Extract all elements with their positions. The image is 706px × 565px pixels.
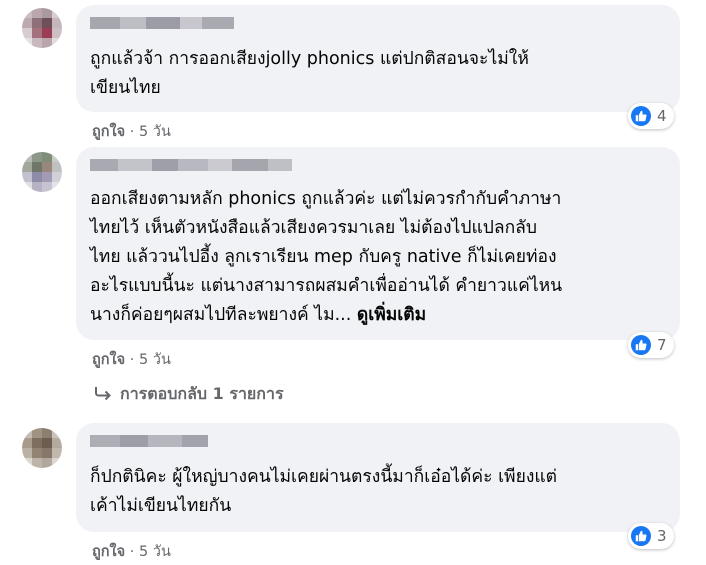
- comment-line: อะไรแบบนี้นะ แต่นางสามารถผสมคำเพื่ออ่านไ…: [90, 276, 563, 296]
- replies-label: การตอบกลับ 1 รายการ: [120, 384, 284, 403]
- avatar[interactable]: [22, 152, 62, 192]
- comment-actions: ถูกใจ · 5 วัน: [92, 120, 171, 143]
- see-more-link[interactable]: ดูเพิ่มเติม: [357, 305, 426, 325]
- reply-arrow-icon: [94, 385, 112, 404]
- reaction-summary[interactable]: 7: [628, 332, 674, 358]
- comment-bubble: ก็ปกตินิคะ ผู้ใหญ่บางคนไม่เคยผ่านตรงนี้ม…: [76, 423, 680, 532]
- separator: ·: [129, 352, 135, 368]
- like-button[interactable]: ถูกใจ: [92, 352, 125, 368]
- comment-line: ก็ปกตินิคะ ผู้ใหญ่บางคนไม่เคยผ่านตรงนี้ม…: [90, 467, 558, 487]
- separator: ·: [129, 544, 135, 560]
- like-button[interactable]: ถูกใจ: [92, 544, 125, 560]
- comment-text: ถูกแล้วจ้า การออกเสียงjolly phonics แต่ป…: [90, 45, 529, 103]
- avatar[interactable]: [22, 8, 62, 48]
- comment-text: ก็ปกตินิคะ ผู้ใหญ่บางคนไม่เคยผ่านตรงนี้ม…: [90, 463, 557, 521]
- comment-line: ออกเสียงตามหลัก phonics ถูกแล้วค่ะ แต่ไม…: [90, 189, 562, 209]
- reaction-count: 3: [657, 527, 667, 545]
- reaction-count: 7: [657, 336, 667, 354]
- separator: ·: [129, 124, 135, 140]
- thumbs-up-icon: [631, 526, 651, 546]
- timestamp[interactable]: 5 วัน: [139, 544, 171, 560]
- comment-line: นางก็ค่อยๆผสมไปทีละพยางค์ ไม... ดูเพิ่มเ…: [90, 301, 562, 330]
- view-replies-link[interactable]: การตอบกลับ 1 รายการ: [94, 382, 284, 407]
- comment-line: เค้าไม่เขียนไทยกัน: [90, 496, 232, 516]
- comment-bubble: ออกเสียงตามหลัก phonics ถูกแล้วค่ะ แต่ไม…: [76, 147, 680, 340]
- reaction-summary[interactable]: 3: [628, 523, 674, 549]
- comment-text: ออกเสียงตามหลัก phonics ถูกแล้วค่ะ แต่ไม…: [90, 185, 562, 330]
- reaction-summary[interactable]: 4: [628, 103, 674, 129]
- thumbs-up-icon: [631, 106, 651, 126]
- author-name-blurred[interactable]: [90, 17, 234, 29]
- comment-actions: ถูกใจ · 5 วัน: [92, 540, 171, 563]
- timestamp[interactable]: 5 วัน: [139, 352, 171, 368]
- reaction-count: 4: [657, 107, 667, 125]
- author-name-blurred[interactable]: [90, 435, 208, 447]
- comment-actions: ถูกใจ · 5 วัน: [92, 348, 171, 371]
- avatar[interactable]: [22, 428, 62, 468]
- comment-bubble: ถูกแล้วจ้า การออกเสียงjolly phonics แต่ป…: [76, 5, 680, 112]
- timestamp[interactable]: 5 วัน: [139, 124, 171, 140]
- author-name-blurred[interactable]: [90, 159, 292, 171]
- comment-line: เขียนไทย: [90, 78, 161, 98]
- comment-line: ไทย แล้ววนไปอี้ง ลูกเราเรียน mep กับครู …: [90, 247, 557, 267]
- thumbs-up-icon: [631, 335, 651, 355]
- comment-line: ไทยไว้ เห็นตัวหนังสือแล้วเสียงควรมาเลย ไ…: [90, 218, 538, 238]
- like-button[interactable]: ถูกใจ: [92, 124, 125, 140]
- truncated-line: นางก็ค่อยๆผสมไปทีละพยางค์ ไม...: [90, 305, 352, 325]
- comment-line: ถูกแล้วจ้า การออกเสียงjolly phonics แต่ป…: [90, 49, 529, 69]
